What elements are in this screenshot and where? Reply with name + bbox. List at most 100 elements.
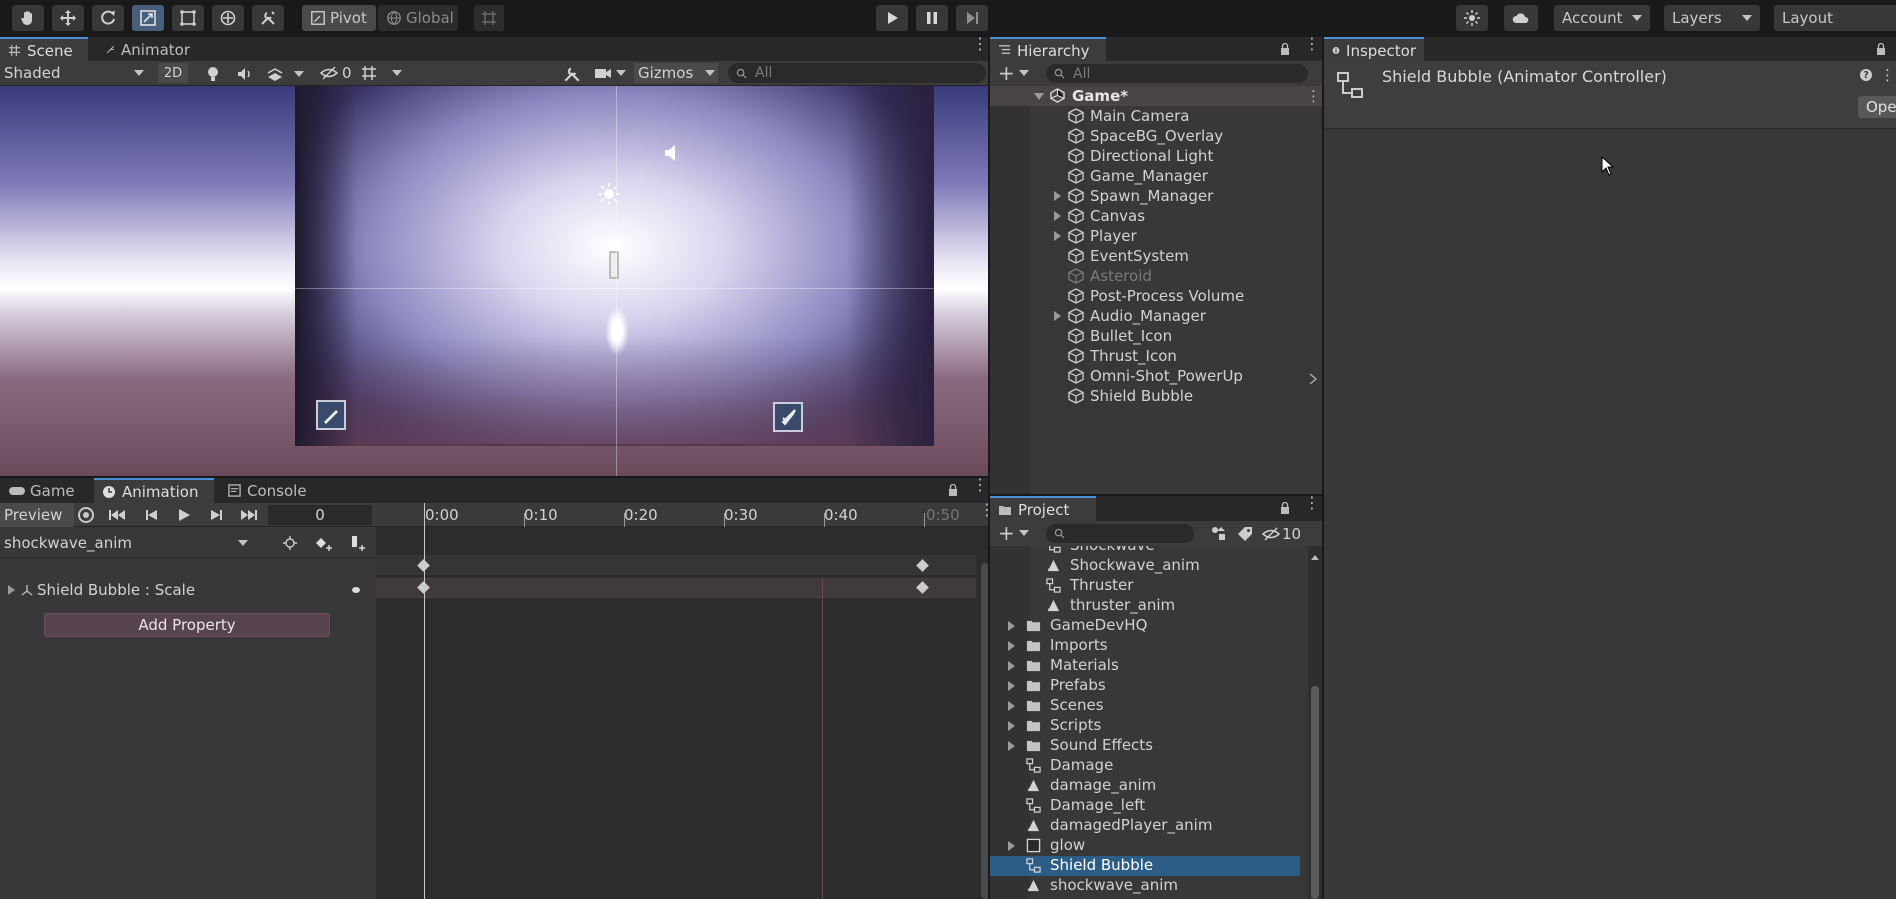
scene-search-input[interactable]: All <box>728 63 986 83</box>
tab-project[interactable]: Project <box>990 496 1096 521</box>
hierarchy-item[interactable]: Canvas <box>990 206 1322 226</box>
search-by-type-button[interactable] <box>1210 525 1228 543</box>
first-keyframe-button[interactable] <box>108 508 128 522</box>
player-ship[interactable] <box>605 306 629 356</box>
add-keyframe-button[interactable] <box>314 535 334 551</box>
settings-icon[interactable]: ⋮ <box>1880 66 1895 84</box>
next-keyframe-button[interactable] <box>208 508 224 522</box>
scene-viewport[interactable] <box>0 86 990 476</box>
animation-menu-icon[interactable]: ⋮ <box>972 477 988 493</box>
scene-root-row[interactable]: Game* ⋮ <box>990 86 1322 106</box>
layers-dropdown[interactable]: Layers <box>1664 5 1760 31</box>
collapse-arrow-icon[interactable] <box>1034 93 1044 100</box>
project-folder-item[interactable]: Prefabs <box>990 676 1300 696</box>
prefab-open-icon[interactable] <box>1308 372 1318 386</box>
project-asset-item[interactable]: glow <box>990 836 1300 856</box>
project-asset-item[interactable]: damagedPlayer_anim <box>990 816 1300 836</box>
tab-animation[interactable]: Animation <box>94 478 214 503</box>
grid-dropdown[interactable] <box>360 64 408 82</box>
expand-arrow-icon[interactable] <box>1054 231 1061 241</box>
scale-tool-button[interactable] <box>132 5 164 31</box>
project-menu-icon[interactable]: ⋮ <box>1304 495 1320 511</box>
hand-tool-button[interactable] <box>12 5 44 31</box>
rect-tool-button[interactable] <box>172 5 204 31</box>
project-asset-item[interactable]: Damage <box>990 756 1300 776</box>
create-dropdown[interactable]: + <box>998 63 1032 83</box>
expand-arrow-icon[interactable] <box>1008 641 1015 651</box>
transform-tool-button[interactable] <box>212 5 244 31</box>
project-asset-item[interactable]: Damage_left <box>990 796 1300 816</box>
scene-menu-icon[interactable]: ⋮ <box>972 36 988 52</box>
services-button[interactable] <box>1456 5 1488 31</box>
lighting-toggle[interactable] <box>204 65 222 83</box>
add-property-button[interactable]: Add Property <box>44 613 330 637</box>
preview-toggle[interactable]: Preview <box>0 503 74 527</box>
audio-toggle[interactable] <box>236 65 254 83</box>
expand-arrow-icon[interactable] <box>1054 211 1061 221</box>
expand-arrow-icon[interactable] <box>8 585 15 595</box>
shading-mode-dropdown[interactable]: Shaded <box>4 63 150 83</box>
project-asset-item[interactable]: Shield Bubble <box>990 856 1300 876</box>
open-button[interactable]: Ope <box>1858 96 1896 118</box>
rotate-tool-button[interactable] <box>92 5 124 31</box>
hierarchy-menu-icon[interactable]: ⋮ <box>1304 36 1320 52</box>
player-gizmo-icon[interactable] <box>605 238 623 284</box>
hierarchy-item[interactable]: Bullet_Icon <box>990 326 1322 346</box>
gizmos-dropdown[interactable]: Gizmos <box>634 63 718 83</box>
timeline-menu-icon[interactable]: ⋮ <box>979 502 995 518</box>
add-event-button[interactable] <box>348 535 368 551</box>
project-asset-item[interactable]: thruster_anim <box>990 596 1300 616</box>
directional-light-gizmo[interactable] <box>597 182 621 206</box>
global-toggle[interactable]: Global <box>378 5 458 31</box>
pause-button[interactable] <box>916 5 948 31</box>
expand-arrow-icon[interactable] <box>1008 681 1015 691</box>
hierarchy-item[interactable]: Shield Bubble <box>990 386 1322 406</box>
project-create-dropdown[interactable]: + <box>998 523 1032 543</box>
clip-dropdown[interactable]: shockwave_anim <box>4 533 254 553</box>
hierarchy-item[interactable]: Thrust_Icon <box>990 346 1322 366</box>
tab-hierarchy[interactable]: Hierarchy <box>990 37 1106 62</box>
timeline-ruler[interactable]: 0:00 0:10 0:20 0:30 0:40 0:50 ⋮ <box>376 502 995 527</box>
animation-timeline[interactable]: 0:00 0:10 0:20 0:30 0:40 0:50 ⋮ <box>376 502 995 899</box>
lock-icon[interactable] <box>1280 43 1290 55</box>
previous-keyframe-button[interactable] <box>144 508 160 522</box>
project-scroll-thumb[interactable] <box>1311 686 1319 899</box>
account-dropdown[interactable]: Account <box>1554 5 1650 31</box>
hierarchy-item[interactable]: Omni-Shot_PowerUp <box>990 366 1322 386</box>
tab-scene[interactable]: Scene <box>0 37 88 62</box>
expand-arrow-icon[interactable] <box>1008 841 1015 851</box>
hierarchy-item[interactable]: Main Camera <box>990 106 1322 126</box>
keyframe-indicator-icon[interactable] <box>352 587 360 593</box>
record-button[interactable] <box>78 507 94 523</box>
expand-arrow-icon[interactable] <box>1054 311 1061 321</box>
tab-game[interactable]: Game <box>0 478 90 503</box>
tab-inspector[interactable]: Inspector <box>1324 37 1424 62</box>
step-button[interactable] <box>956 5 988 31</box>
hierarchy-item[interactable]: Player <box>990 226 1322 246</box>
hierarchy-item[interactable]: Post-Process Volume <box>990 286 1322 306</box>
hierarchy-item[interactable]: Asteroid <box>990 266 1322 286</box>
project-asset-item[interactable]: Thruster <box>990 576 1300 596</box>
project-folder-item[interactable]: GameDevHQ <box>990 616 1300 636</box>
camera-dropdown[interactable] <box>594 64 630 82</box>
2d-toggle[interactable]: 2D <box>158 63 188 83</box>
project-folder-item[interactable]: Scenes <box>990 696 1300 716</box>
hierarchy-item[interactable]: SpaceBG_Overlay <box>990 126 1322 146</box>
project-asset-item[interactable]: Shockwave_anim <box>990 556 1300 576</box>
audio-source-gizmo[interactable] <box>663 143 683 163</box>
cloud-button[interactable] <box>1504 5 1538 31</box>
move-tool-button[interactable] <box>52 5 84 31</box>
expand-arrow-icon[interactable] <box>1008 701 1015 711</box>
hierarchy-item[interactable]: Game_Manager <box>990 166 1322 186</box>
expand-arrow-icon[interactable] <box>1054 191 1061 201</box>
bullet-icon-sprite[interactable] <box>316 400 346 430</box>
expand-arrow-icon[interactable] <box>1008 721 1015 731</box>
project-search-input[interactable] <box>1046 524 1194 543</box>
project-asset-item[interactable]: shockwave_anim <box>990 876 1300 896</box>
grid-snap-button[interactable] <box>474 5 504 31</box>
lock-icon[interactable] <box>948 484 958 496</box>
lock-icon[interactable] <box>1280 502 1290 514</box>
hierarchy-item[interactable]: Directional Light <box>990 146 1322 166</box>
project-folder-item[interactable]: Scripts <box>990 716 1300 736</box>
expand-arrow-icon[interactable] <box>1008 661 1015 671</box>
